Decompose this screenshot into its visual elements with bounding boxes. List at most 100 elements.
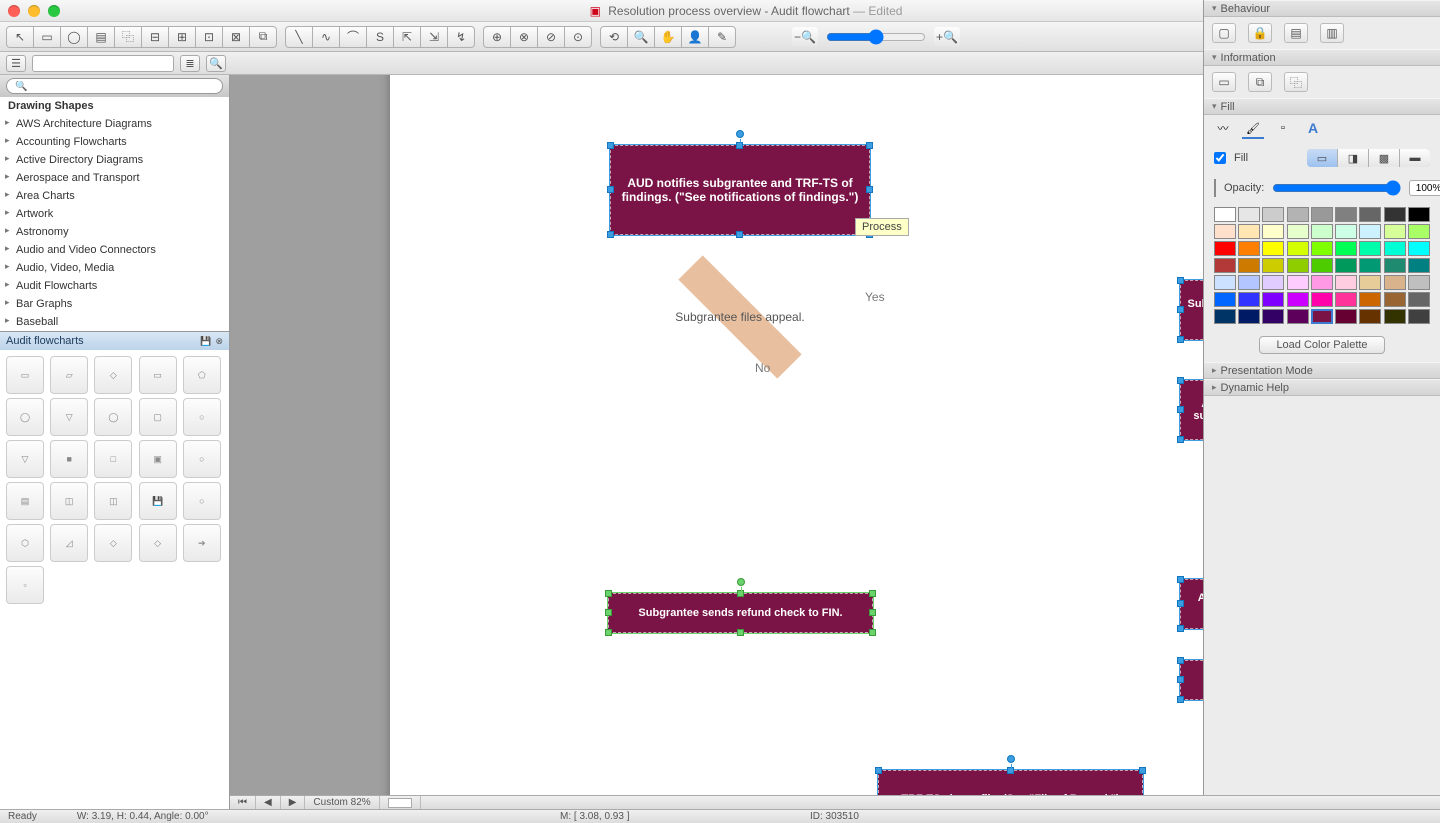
process-node[interactable]: AUD notifies subgrantee and TRF-TS of fi… [610, 145, 870, 235]
stencil-shape[interactable]: 💾 [139, 482, 177, 520]
palette-swatch[interactable] [1335, 241, 1357, 256]
library-category[interactable]: Audio and Video Connectors [0, 241, 229, 259]
stencil-shape[interactable]: ▤ [6, 482, 44, 520]
stencil-shape[interactable]: ◇ [94, 524, 132, 562]
section-fill[interactable]: Fill [1204, 98, 1440, 115]
arc-tool[interactable]: ⌒ [340, 27, 366, 47]
fill-type-image[interactable]: ▬ [1400, 149, 1430, 167]
palette-swatch[interactable] [1214, 241, 1236, 256]
sheet-nav-first[interactable]: ⏮ [230, 796, 256, 809]
zoom-display[interactable]: Custom 82% [305, 796, 379, 809]
palette-swatch[interactable] [1311, 292, 1333, 307]
stencil-header[interactable]: Audit flowcharts 💾⊗ [0, 332, 229, 350]
palette-swatch[interactable] [1214, 292, 1236, 307]
snap-tool-4[interactable]: ⊙ [565, 27, 591, 47]
sheet-nav-prev[interactable]: ◀ [256, 796, 281, 809]
palette-swatch[interactable] [1238, 258, 1260, 273]
palette-swatch[interactable] [1262, 224, 1284, 239]
palette-swatch[interactable] [1408, 292, 1430, 307]
line-tool[interactable]: ╲ [286, 27, 312, 47]
palette-swatch[interactable] [1214, 275, 1236, 290]
minimize-icon[interactable] [28, 5, 40, 17]
palette-swatch[interactable] [1287, 224, 1309, 239]
decision-node[interactable]: Subgrantee files appeal. [640, 277, 840, 357]
connector-2[interactable]: ⇲ [421, 27, 447, 47]
sheet-nav-next[interactable]: ▶ [281, 796, 306, 809]
section-information[interactable]: Information [1204, 49, 1440, 66]
list-view-icon[interactable]: ≣ [180, 55, 200, 72]
snap-tool-1[interactable]: ⊕ [484, 27, 510, 47]
palette-swatch[interactable] [1238, 224, 1260, 239]
zoom-slider[interactable] [826, 29, 926, 45]
palette-swatch[interactable] [1238, 241, 1260, 256]
palette-swatch[interactable] [1408, 309, 1430, 324]
fill-type-gradient[interactable]: ◨ [1338, 149, 1368, 167]
palette-swatch[interactable] [1262, 241, 1284, 256]
palette-swatch[interactable] [1335, 207, 1357, 222]
palette-swatch[interactable] [1408, 275, 1430, 290]
fill-checkbox[interactable] [1214, 152, 1226, 164]
section-presentation[interactable]: Presentation Mode [1204, 362, 1440, 379]
stencil-shape[interactable]: ▽ [6, 440, 44, 478]
stencil-shape[interactable]: ➔ [183, 524, 221, 562]
sheet-tab[interactable] [388, 798, 412, 808]
library-category[interactable]: Aerospace and Transport [0, 169, 229, 187]
stencil-shape[interactable]: ◇ [139, 524, 177, 562]
load-palette-button[interactable]: Load Color Palette [1259, 336, 1384, 354]
library-category[interactable]: Audit Flowcharts [0, 277, 229, 295]
palette-swatch[interactable] [1287, 292, 1309, 307]
palette-swatch[interactable] [1408, 258, 1430, 273]
pointer-tool[interactable]: ↖ [7, 27, 33, 47]
eyedrop-tool[interactable]: ✎ [709, 27, 735, 47]
group-tool[interactable]: ⿻ [115, 27, 141, 47]
palette-swatch[interactable] [1287, 241, 1309, 256]
stencil-shape[interactable]: ⬡ [6, 524, 44, 562]
zoom-out-button[interactable]: −🔍 [792, 27, 818, 47]
stencil-shape[interactable]: ▭ [6, 356, 44, 394]
palette-swatch[interactable] [1311, 275, 1333, 290]
zoom-icon[interactable] [48, 5, 60, 17]
stencil-shape[interactable]: ◫ [94, 482, 132, 520]
snap-tool-2[interactable]: ⊗ [511, 27, 537, 47]
palette-swatch[interactable] [1287, 258, 1309, 273]
library-category[interactable]: AWS Architecture Diagrams [0, 115, 229, 133]
info-icon-2[interactable]: ⧉ [1248, 72, 1272, 92]
stencil-shape[interactable]: ○ [183, 440, 221, 478]
palette-swatch[interactable] [1359, 309, 1381, 324]
palette-swatch[interactable] [1384, 207, 1406, 222]
snap-tool-3[interactable]: ⊘ [538, 27, 564, 47]
align-tool-3[interactable]: ⊡ [196, 27, 222, 47]
distribute-tool[interactable]: ⊠ [223, 27, 249, 47]
behaviour-icon-3[interactable]: ▤ [1284, 23, 1308, 43]
library-category[interactable]: Audio, Video, Media [0, 259, 229, 277]
palette-swatch[interactable] [1262, 309, 1284, 324]
rect-tool[interactable]: ▭ [34, 27, 60, 47]
palette-swatch[interactable] [1335, 309, 1357, 324]
palette-swatch[interactable] [1384, 309, 1406, 324]
palette-swatch[interactable] [1238, 275, 1260, 290]
stencil-shape[interactable]: ■ [50, 440, 88, 478]
palette-swatch[interactable] [1311, 309, 1333, 324]
behaviour-icon-1[interactable]: ▢ [1212, 23, 1236, 43]
stencil-shape[interactable]: ▽ [50, 398, 88, 436]
palette-swatch[interactable] [1335, 224, 1357, 239]
stencil-save-icon[interactable]: 💾 [200, 336, 211, 347]
library-toggle-icon[interactable]: ☰ [6, 55, 26, 72]
info-icon-1[interactable]: ▭ [1212, 72, 1236, 92]
palette-swatch[interactable] [1311, 207, 1333, 222]
spline-tool[interactable]: S [367, 27, 393, 47]
search-icon[interactable]: 🔍 [206, 55, 226, 72]
palette-swatch[interactable] [1335, 258, 1357, 273]
behaviour-icon-4[interactable]: ▥ [1320, 23, 1344, 43]
palette-swatch[interactable] [1214, 258, 1236, 273]
palette-swatch[interactable] [1359, 207, 1381, 222]
stencil-shape[interactable]: ○ [183, 482, 221, 520]
section-dynamic-help[interactable]: Dynamic Help [1204, 379, 1440, 396]
palette-swatch[interactable] [1408, 207, 1430, 222]
arrange-tool[interactable]: ⧉ [250, 27, 276, 47]
palette-swatch[interactable] [1408, 241, 1430, 256]
fill-tab-shadow[interactable]: ▫ [1272, 119, 1294, 139]
library-category[interactable]: Accounting Flowcharts [0, 133, 229, 151]
palette-swatch[interactable] [1238, 309, 1260, 324]
palette-swatch[interactable] [1238, 207, 1260, 222]
